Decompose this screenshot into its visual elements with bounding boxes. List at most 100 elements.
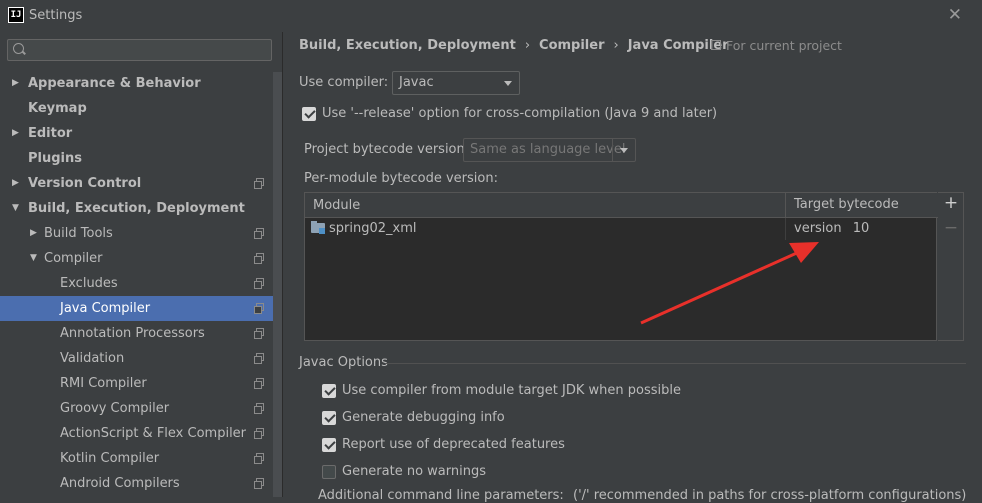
report-deprecated-checkbox[interactable] bbox=[322, 438, 336, 452]
sidebar-item-label: Validation bbox=[60, 351, 125, 366]
title-bar: IJ Settings ✕ bbox=[0, 0, 982, 32]
generate-debug-info-checkbox[interactable] bbox=[322, 411, 336, 425]
sidebar-item-editor[interactable]: ▶ Editor bbox=[0, 121, 282, 146]
chevron-right-icon[interactable]: ▶ bbox=[12, 171, 19, 196]
breadcrumb-compiler[interactable]: Compiler bbox=[539, 38, 604, 53]
group-separator bbox=[386, 363, 966, 364]
sidebar-item-label: Keymap bbox=[28, 101, 87, 116]
sidebar-item-kotlin-compiler[interactable]: Kotlin Compiler bbox=[0, 446, 282, 471]
close-icon[interactable]: ✕ bbox=[948, 5, 962, 25]
sidebar-item-validation[interactable]: Validation bbox=[0, 346, 282, 371]
project-scope-icon bbox=[254, 428, 264, 439]
sidebar-scrollbar[interactable] bbox=[273, 72, 282, 497]
project-scope-icon bbox=[254, 478, 264, 489]
use-module-target-jdk-checkbox[interactable] bbox=[322, 384, 336, 398]
per-module-bytecode-label: Per-module bytecode version: bbox=[304, 171, 498, 186]
column-header-target-bytecode[interactable]: Target bytecode version bbox=[785, 193, 936, 236]
chevron-right-icon[interactable]: ▶ bbox=[12, 121, 19, 146]
module-name-cell[interactable]: spring02_xml bbox=[329, 221, 416, 236]
sidebar-item-label: Compiler bbox=[44, 251, 103, 266]
sidebar-item-plugins[interactable]: Plugins bbox=[0, 146, 282, 171]
generate-no-warnings-label: Generate no warnings bbox=[342, 464, 487, 479]
project-bytecode-dropdown[interactable]: Same as language level bbox=[463, 138, 636, 162]
intellij-app-icon: IJ bbox=[8, 7, 24, 23]
scope-indicator: For current project bbox=[711, 38, 842, 53]
sidebar-item-label: Editor bbox=[28, 126, 73, 141]
project-scope-icon bbox=[254, 328, 264, 339]
sidebar-item-label: RMI Compiler bbox=[60, 376, 147, 391]
sidebar-item-keymap[interactable]: Keymap bbox=[0, 96, 282, 121]
settings-search-input[interactable] bbox=[30, 41, 264, 61]
sidebar-item-groovy-compiler[interactable]: Groovy Compiler bbox=[0, 396, 282, 421]
project-scope-icon bbox=[254, 453, 264, 464]
report-deprecated-label: Report use of deprecated features bbox=[342, 437, 565, 452]
project-scope-icon bbox=[254, 378, 264, 389]
settings-sidebar: ▶ Appearance & Behavior Keymap ▶ Editor Plugi… bbox=[0, 32, 282, 497]
sidebar-item-label: Java Compiler bbox=[60, 301, 151, 316]
table-header: Module Target bytecode version bbox=[305, 193, 938, 236]
sidebar-item-label: Excludes bbox=[60, 276, 118, 291]
project-scope-icon bbox=[254, 253, 264, 264]
generate-no-warnings-checkbox[interactable] bbox=[322, 465, 336, 479]
table-toolbar: + − bbox=[938, 192, 964, 341]
chevron-right-icon[interactable]: ▶ bbox=[12, 71, 19, 96]
sidebar-item-label: Appearance & Behavior bbox=[28, 76, 201, 91]
column-header-module[interactable]: Module bbox=[313, 198, 360, 213]
module-bytecode-table: Module Target bytecode version spring02_… bbox=[304, 192, 938, 341]
chevron-down-icon bbox=[504, 81, 512, 86]
project-scope-icon bbox=[254, 403, 264, 414]
javac-options-title: Javac Options bbox=[299, 355, 388, 370]
sidebar-item-android-compilers[interactable]: Android Compilers bbox=[0, 471, 282, 496]
generate-debug-info-label: Generate debugging info bbox=[342, 410, 505, 425]
project-scope-icon bbox=[254, 303, 264, 314]
window-title: Settings bbox=[29, 8, 83, 23]
use-compiler-label: Use compiler: bbox=[299, 75, 389, 90]
sidebar-item-java-compiler[interactable]: Java Compiler bbox=[0, 296, 282, 321]
table-row[interactable]: spring02_xml 10 bbox=[305, 218, 938, 240]
chevron-right-icon[interactable]: ▶ bbox=[30, 221, 37, 246]
add-icon[interactable]: + bbox=[943, 195, 959, 212]
chevron-down-icon bbox=[620, 148, 628, 153]
sidebar-item-label: Version Control bbox=[28, 176, 142, 191]
use-compiler-dropdown[interactable]: Javac bbox=[392, 71, 520, 95]
additional-params-label: Additional command line parameters: bbox=[318, 488, 564, 503]
sidebar-item-excludes[interactable]: Excludes bbox=[0, 271, 282, 296]
sidebar-item-build-tools[interactable]: ▶ Build Tools bbox=[0, 221, 282, 246]
search-icon bbox=[13, 43, 24, 54]
release-option-label: Use '--release' option for cross-compila… bbox=[322, 106, 718, 121]
chevron-down-icon[interactable]: ▼ bbox=[30, 246, 37, 271]
project-scope-icon bbox=[254, 353, 264, 364]
annotation-arrow bbox=[640, 242, 819, 325]
project-scope-icon bbox=[711, 40, 721, 50]
project-scope-icon bbox=[254, 228, 264, 239]
sidebar-item-label: Android Compilers bbox=[60, 476, 180, 491]
sidebar-item-appearance-behavior[interactable]: ▶ Appearance & Behavior bbox=[0, 71, 282, 96]
project-bytecode-value: Same as language level bbox=[470, 142, 626, 157]
sidebar-item-annotation-processors[interactable]: Annotation Processors bbox=[0, 321, 282, 346]
sidebar-item-label: Build Tools bbox=[44, 226, 113, 241]
sidebar-item-label: Groovy Compiler bbox=[60, 401, 170, 416]
sidebar-item-build-execution-deployment[interactable]: ▼ Build, Execution, Deployment bbox=[0, 196, 282, 221]
additional-params-hint: ('/' recommended in paths for cross-plat… bbox=[573, 488, 967, 503]
breadcrumb-separator: › bbox=[524, 38, 531, 53]
project-scope-icon bbox=[254, 278, 264, 289]
sidebar-item-label: Kotlin Compiler bbox=[60, 451, 160, 466]
sidebar-item-label: Annotation Processors bbox=[60, 326, 205, 341]
dropdown-separator bbox=[612, 139, 613, 161]
breadcrumb: Build, Execution, Deployment › Compiler › Ja… bbox=[299, 38, 729, 53]
release-option-checkbox[interactable] bbox=[302, 107, 316, 121]
remove-icon[interactable]: − bbox=[943, 220, 959, 237]
module-folder-icon bbox=[311, 221, 325, 234]
breadcrumb-separator: › bbox=[613, 38, 619, 53]
use-module-target-jdk-label: Use compiler from module target JDK when… bbox=[342, 383, 681, 398]
sidebar-item-rmi-compiler[interactable]: RMI Compiler bbox=[0, 371, 282, 396]
project-scope-icon bbox=[254, 178, 264, 189]
settings-search-box[interactable] bbox=[7, 39, 272, 61]
sidebar-item-version-control[interactable]: ▶ Version Control bbox=[0, 171, 282, 196]
chevron-down-icon[interactable]: ▼ bbox=[12, 196, 19, 221]
sidebar-item-actionscript-flex-compiler[interactable]: ActionScript & Flex Compiler bbox=[0, 421, 282, 446]
sidebar-item-label: ActionScript & Flex Compiler bbox=[60, 426, 247, 441]
java-compiler-panel: Build, Execution, Deployment › Compiler › Ja… bbox=[283, 32, 982, 503]
breadcrumb-build-execution-deployment[interactable]: Build, Execution, Deployment bbox=[299, 38, 516, 53]
sidebar-item-compiler[interactable]: ▼ Compiler bbox=[0, 246, 282, 271]
